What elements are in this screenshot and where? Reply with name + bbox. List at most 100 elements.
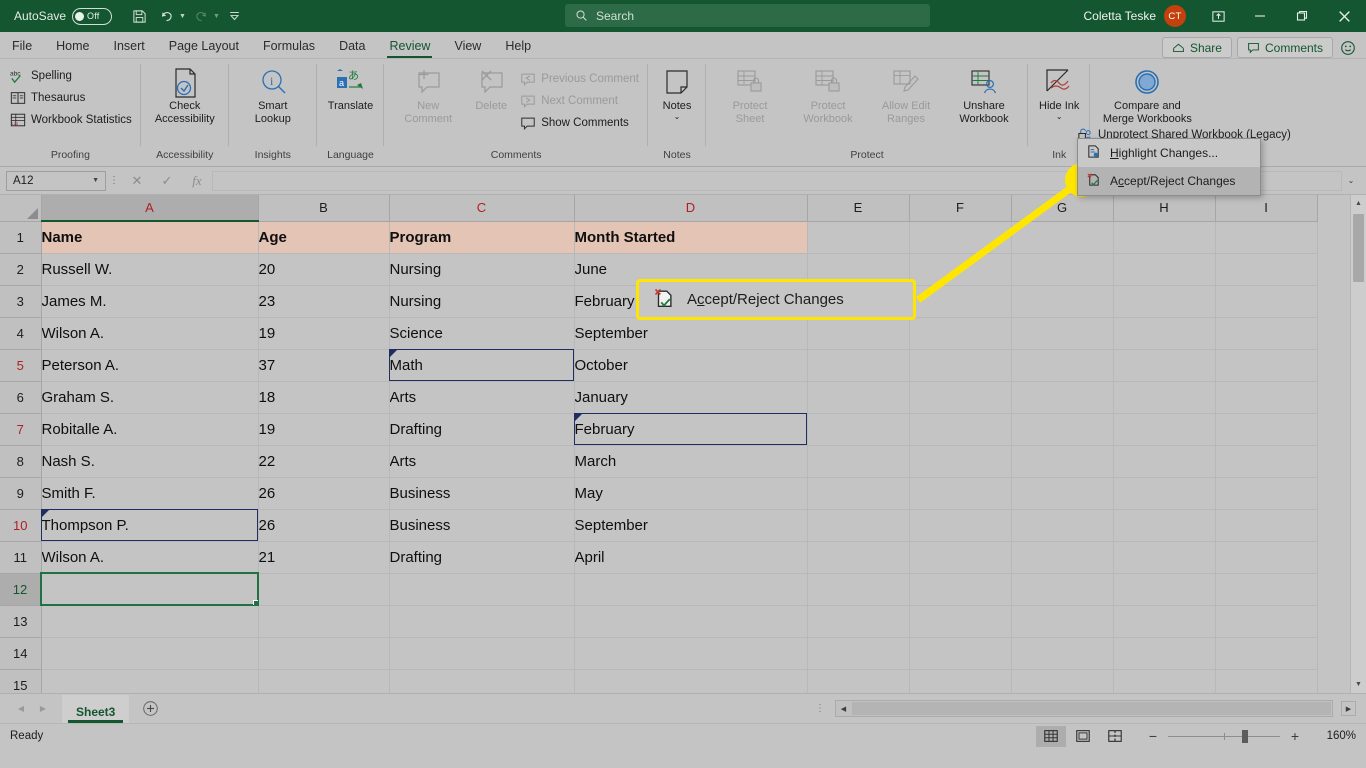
cell-H1[interactable] [1113,221,1216,254]
cell-B7[interactable]: 19 [258,413,390,446]
cell-F11[interactable] [909,541,1012,574]
cell-A11[interactable]: Wilson A. [41,541,259,574]
cell-E1[interactable] [807,221,910,254]
hide-ink-button[interactable]: Hide Ink ⌄ [1033,63,1085,121]
cell-I11[interactable] [1215,541,1318,574]
cell-C4[interactable]: Science [389,317,575,350]
tab-page-layout[interactable]: Page Layout [157,33,251,58]
share-button[interactable]: Share [1161,37,1232,58]
cell-B14[interactable] [258,637,390,670]
cell-H10[interactable] [1113,509,1216,542]
cell-E9[interactable] [807,477,910,510]
send-feedback-smiley-icon[interactable] [1338,38,1358,58]
cell-I3[interactable] [1215,285,1318,318]
menu-item-accept-reject-changes[interactable]: Accept/Reject Changes [1078,167,1260,195]
zoom-out-button[interactable]: − [1146,728,1160,744]
cell-G8[interactable] [1011,445,1114,478]
cell-H7[interactable] [1113,413,1216,446]
cell-C14[interactable] [389,637,575,670]
cell-C13[interactable] [389,605,575,638]
cell-G13[interactable] [1011,605,1114,638]
page-layout-view-icon[interactable] [1068,726,1098,747]
cell-H15[interactable] [1113,669,1216,693]
insert-function-icon[interactable]: fx [182,171,212,191]
cell-G11[interactable] [1011,541,1114,574]
row-header-9[interactable]: 9 [0,477,42,510]
restore-button[interactable] [1282,0,1322,32]
notes-dropdown-caret-icon[interactable]: ⌄ [674,113,681,121]
cell-G1[interactable] [1011,221,1114,254]
cell-D14[interactable] [574,637,808,670]
cell-E7[interactable] [807,413,910,446]
cell-G15[interactable] [1011,669,1114,693]
cell-E8[interactable] [807,445,910,478]
cell-A12[interactable] [40,572,259,606]
close-button[interactable] [1324,0,1364,32]
tab-formulas[interactable]: Formulas [251,33,327,58]
show-comments-button[interactable]: Show Comments [515,112,643,134]
cell-D8[interactable]: March [574,445,808,478]
previous-comment-button[interactable]: Previous Comment [515,68,643,90]
row-header-12[interactable]: 12 [0,573,42,606]
tab-data[interactable]: Data [327,33,377,58]
cell-F3[interactable] [909,285,1012,318]
add-sheet-icon[interactable] [135,697,165,721]
cell-F8[interactable] [909,445,1012,478]
tab-review[interactable]: Review [377,33,442,58]
horizontal-scroll-thumb[interactable] [852,702,1331,715]
customize-qat-icon[interactable] [222,4,248,28]
tab-view[interactable]: View [442,33,493,58]
column-header-b[interactable]: B [258,195,390,222]
undo-icon[interactable] [154,4,180,28]
cell-H13[interactable] [1113,605,1216,638]
column-header-g[interactable]: G [1011,195,1114,222]
cell-C12[interactable] [389,573,575,606]
previous-sheet-icon[interactable]: ◀ [10,697,32,721]
cell-I14[interactable] [1215,637,1318,670]
cell-B6[interactable]: 18 [258,381,390,414]
cell-F15[interactable] [909,669,1012,693]
cell-H5[interactable] [1113,349,1216,382]
column-header-c[interactable]: C [389,195,575,222]
cell-D5[interactable]: October [574,349,808,382]
hide-ink-dropdown-caret-icon[interactable]: ⌄ [1056,113,1063,121]
row-header-14[interactable]: 14 [0,637,42,670]
column-header-d[interactable]: D [574,195,808,222]
cell-E12[interactable] [807,573,910,606]
cell-E11[interactable] [807,541,910,574]
cell-D11[interactable]: April [574,541,808,574]
cell-I12[interactable] [1215,573,1318,606]
tab-home[interactable]: Home [44,33,101,58]
cell-E14[interactable] [807,637,910,670]
cell-F2[interactable] [909,253,1012,286]
cell-D15[interactable] [574,669,808,693]
cell-C10[interactable]: Business [389,509,575,542]
spelling-button[interactable]: abc Spelling [5,65,136,87]
cell-H2[interactable] [1113,253,1216,286]
cell-A4[interactable]: Wilson A. [41,317,259,350]
cell-E6[interactable] [807,381,910,414]
cell-D13[interactable] [574,605,808,638]
cell-D6[interactable]: January [574,381,808,414]
cell-B4[interactable]: 19 [258,317,390,350]
cell-F10[interactable] [909,509,1012,542]
cell-B1[interactable]: Age [258,221,390,254]
protect-workbook-button[interactable]: Protect Workbook [789,63,867,126]
name-box[interactable]: A12 ▼ [6,170,106,191]
sheet-tab-sheet3[interactable]: Sheet3 [62,694,130,723]
scroll-up-icon[interactable]: ▲ [1351,195,1366,212]
row-header-10[interactable]: 10 [0,509,42,542]
cell-B5[interactable]: 37 [258,349,390,382]
cell-D1[interactable]: Month Started [574,221,808,254]
cell-B3[interactable]: 23 [258,285,390,318]
cell-C11[interactable]: Drafting [389,541,575,574]
row-header-7[interactable]: 7 [0,413,42,446]
row-header-8[interactable]: 8 [0,445,42,478]
translate-button[interactable]: あa Translate [322,63,379,113]
avatar[interactable]: CT [1164,5,1186,27]
cell-G12[interactable] [1011,573,1114,606]
compare-merge-workbooks-button[interactable]: Compare and Merge Workbooks [1095,63,1199,126]
redo-icon[interactable] [188,4,214,28]
autosave-control[interactable]: AutoSave Off [14,7,113,25]
tab-insert[interactable]: Insert [102,33,157,58]
